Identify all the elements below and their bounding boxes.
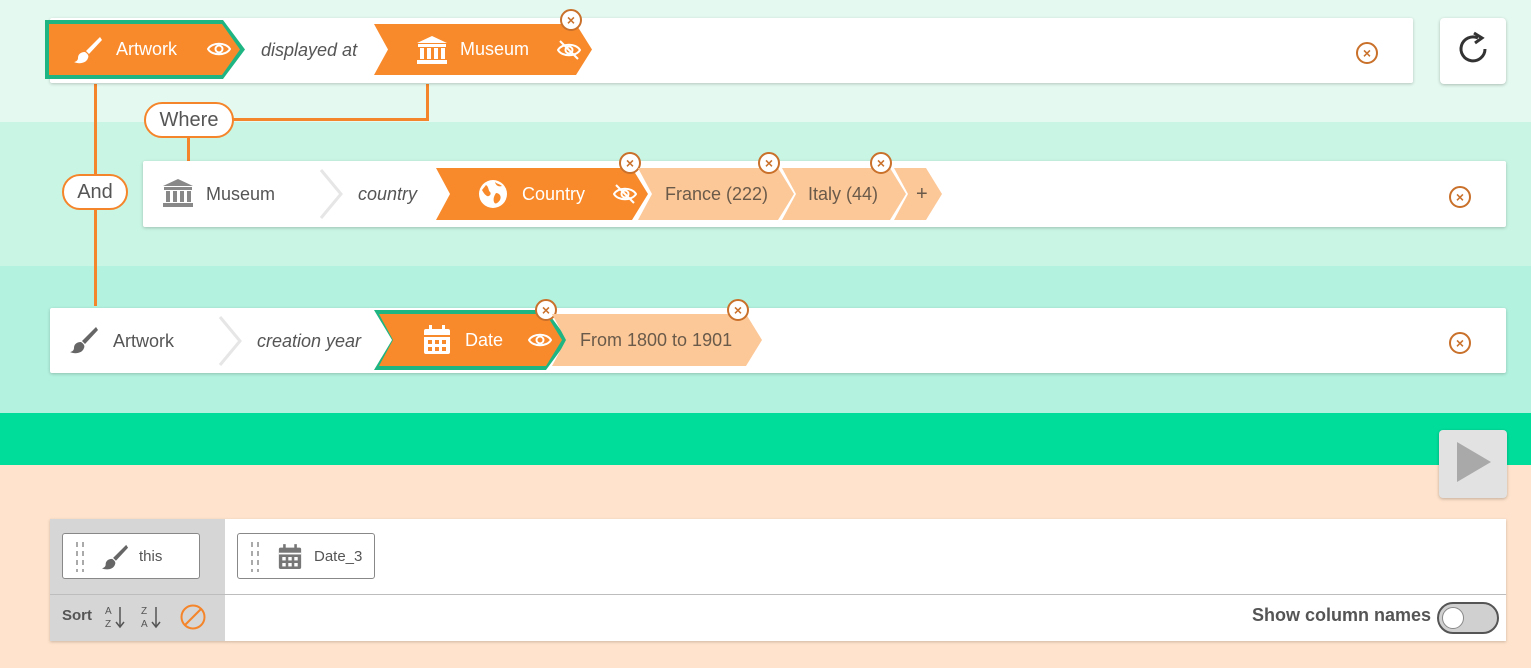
artwork-label: Artwork <box>116 39 178 59</box>
show-column-names-toggle[interactable] <box>1437 602 1499 634</box>
drag-handle-icon[interactable] <box>250 542 260 576</box>
column-name: this <box>139 548 163 565</box>
where-connector-horizontal <box>230 118 429 121</box>
country-object-chip[interactable]: Country <box>436 168 648 220</box>
close-icon[interactable]: × <box>1449 332 1471 354</box>
eye-icon[interactable] <box>528 331 552 354</box>
paintbrush-icon <box>101 543 129 575</box>
country-label: Country <box>522 184 586 204</box>
divider-band <box>0 413 1531 465</box>
museum-label: Museum <box>460 39 530 59</box>
chevron-separator-icon <box>318 168 344 225</box>
add-label: + <box>916 183 928 205</box>
column-chip-date[interactable]: Date_3 <box>237 533 375 579</box>
play-icon <box>1453 440 1493 489</box>
museum-subject[interactable]: Museum <box>206 184 275 205</box>
drag-handle-icon[interactable] <box>75 542 85 576</box>
toggle-knob <box>1442 607 1464 629</box>
svg-text:Z: Z <box>105 619 111 630</box>
refresh-icon <box>1454 30 1492 73</box>
date-object-chip[interactable]: Date <box>379 314 562 366</box>
date-range-chip[interactable]: From 1800 to 1901 <box>552 314 762 366</box>
where-connector-down <box>187 136 190 162</box>
paintbrush-icon <box>73 36 103 69</box>
close-icon[interactable]: × <box>1449 186 1471 208</box>
close-icon[interactable]: × <box>619 152 641 174</box>
calendar-icon <box>423 325 451 360</box>
column-name: Date_3 <box>314 548 363 565</box>
value-chip-france[interactable]: France (222) <box>638 168 794 220</box>
museum-icon <box>416 35 448 70</box>
where-connector[interactable]: Where <box>144 102 234 138</box>
paintbrush-icon <box>69 325 99 360</box>
query-row-1 <box>50 18 1413 83</box>
date-label: Date <box>465 330 504 350</box>
value-label: Italy (44) <box>808 184 879 204</box>
predicate-country[interactable]: country <box>358 184 417 205</box>
calendar-icon <box>278 544 302 574</box>
chevron-separator-icon <box>217 315 243 372</box>
run-query-button[interactable] <box>1439 430 1507 498</box>
refresh-button[interactable] <box>1440 18 1506 84</box>
where-connector-vertical <box>426 84 429 121</box>
close-icon[interactable]: × <box>870 152 892 174</box>
close-icon[interactable]: × <box>560 9 582 31</box>
sort-za-icon[interactable]: ZA <box>140 604 162 635</box>
close-icon[interactable]: × <box>535 299 557 321</box>
svg-text:A: A <box>141 619 148 630</box>
value-chip-italy[interactable]: Italy (44) <box>782 168 906 220</box>
and-connector[interactable]: And <box>62 174 128 210</box>
svg-text:A: A <box>105 606 112 617</box>
eye-slash-icon[interactable] <box>557 39 581 66</box>
eye-slash-icon[interactable] <box>613 183 637 210</box>
artwork-subject-chip[interactable]: Artwork <box>49 24 240 75</box>
museum-object-chip[interactable]: Museum <box>374 24 592 75</box>
date-range-label: From 1800 to 1901 <box>580 330 733 350</box>
no-sort-icon[interactable] <box>179 603 207 636</box>
close-icon[interactable]: × <box>758 152 780 174</box>
sort-az-icon[interactable]: AZ <box>104 604 126 635</box>
value-label: France (222) <box>665 184 769 204</box>
close-icon[interactable]: × <box>1356 42 1378 64</box>
show-column-names-label: Show column names <box>1252 605 1432 625</box>
artwork-subject[interactable]: Artwork <box>113 331 174 352</box>
globe-icon <box>478 179 508 214</box>
results-divider <box>50 594 1506 595</box>
close-icon[interactable]: × <box>727 299 749 321</box>
predicate-displayed-at[interactable]: displayed at <box>261 40 357 61</box>
museum-icon <box>162 178 194 213</box>
column-chip-this[interactable]: this <box>62 533 200 579</box>
predicate-creation-year[interactable]: creation year <box>257 331 361 352</box>
svg-text:Z: Z <box>141 606 147 617</box>
eye-icon[interactable] <box>207 40 231 63</box>
sort-label: Sort <box>62 607 92 624</box>
results-table-config: this Date_3 Sort AZ ZA Show column names <box>50 519 1506 641</box>
